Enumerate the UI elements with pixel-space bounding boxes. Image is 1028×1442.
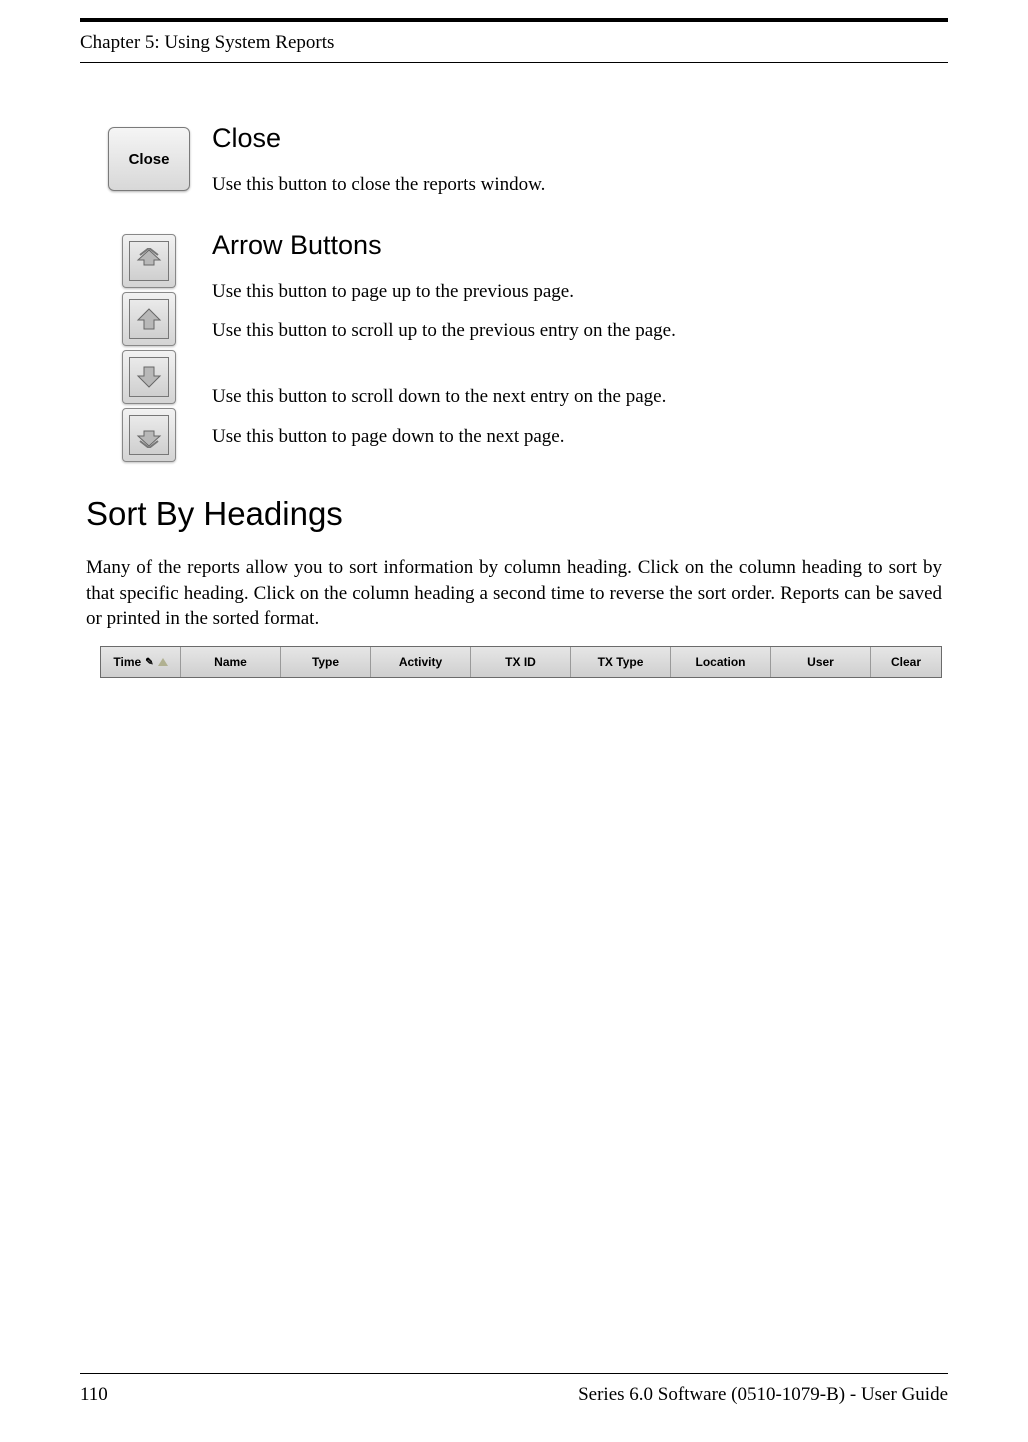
column-header-activity[interactable]: Activity xyxy=(371,647,471,677)
close-button-label: Close xyxy=(129,151,170,168)
sort-indicator-icon: ✎ xyxy=(145,657,153,668)
scroll-up-description: Use this button to scroll up to the prev… xyxy=(212,318,948,344)
scroll-down-description: Use this button to scroll down to the ne… xyxy=(212,384,948,410)
column-header-label: TX ID xyxy=(505,655,536,669)
column-header-clear[interactable]: Clear xyxy=(871,647,941,677)
page-down-button[interactable] xyxy=(122,408,176,462)
scroll-down-icon xyxy=(129,357,169,397)
column-header-type[interactable]: Type xyxy=(281,647,371,677)
scroll-up-icon xyxy=(129,299,169,339)
column-header-txid[interactable]: TX ID xyxy=(471,647,571,677)
scroll-down-button[interactable] xyxy=(122,350,176,404)
column-header-location[interactable]: Location xyxy=(671,647,771,677)
page-down-icon xyxy=(129,415,169,455)
sort-by-headings-description: Many of the reports allow you to sort in… xyxy=(86,555,942,632)
close-heading: Close xyxy=(212,123,948,154)
close-button[interactable]: Close xyxy=(108,127,190,191)
arrow-buttons-heading: Arrow Buttons xyxy=(212,230,948,261)
column-header-label: Name xyxy=(214,655,247,669)
document-title: Series 6.0 Software (0510-1079-B) - User… xyxy=(578,1384,948,1406)
chapter-header: Chapter 5: Using System Reports xyxy=(80,22,948,62)
column-header-name[interactable]: Name xyxy=(181,647,281,677)
column-header-user[interactable]: User xyxy=(771,647,871,677)
column-header-label: Clear xyxy=(891,655,921,669)
column-header-txtype[interactable]: TX Type xyxy=(571,647,671,677)
column-headings-bar: Time ✎ Name Type Activity TX ID TX Type … xyxy=(100,646,942,678)
column-header-label: TX Type xyxy=(598,655,644,669)
column-header-label: Activity xyxy=(399,655,442,669)
column-header-label: Type xyxy=(312,655,339,669)
page-up-icon xyxy=(129,241,169,281)
column-header-label: Time xyxy=(113,655,141,669)
scroll-up-button[interactable] xyxy=(122,292,176,346)
column-header-label: User xyxy=(807,655,834,669)
column-header-label: Location xyxy=(696,655,746,669)
sort-by-headings-heading: Sort By Headings xyxy=(86,495,948,533)
close-description: Use this button to close the reports win… xyxy=(212,172,948,198)
page-up-button[interactable] xyxy=(122,234,176,288)
page-down-description: Use this button to page down to the next… xyxy=(212,424,948,450)
column-header-time[interactable]: Time ✎ xyxy=(101,647,181,677)
sort-ascending-icon xyxy=(158,658,168,666)
page-number: 110 xyxy=(80,1384,108,1406)
page-up-description: Use this button to page up to the previo… xyxy=(212,279,948,305)
